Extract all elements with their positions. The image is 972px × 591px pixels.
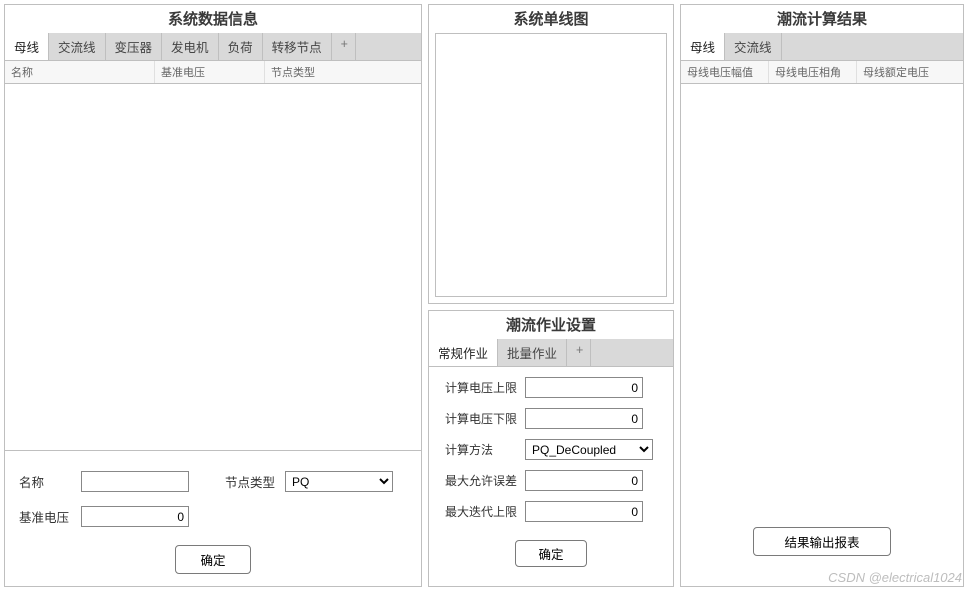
- left-table-body[interactable]: [5, 84, 421, 451]
- results-title: 潮流计算结果: [681, 5, 963, 33]
- label-iter: 最大迭代上限: [445, 503, 525, 520]
- tab-result-bus[interactable]: 母线: [681, 33, 725, 60]
- single-line-diagram-canvas[interactable]: [435, 33, 667, 297]
- iter-field[interactable]: [525, 501, 643, 522]
- export-report-button[interactable]: 结果输出报表: [753, 527, 890, 556]
- settings-form: 计算电压上限 计算电压下限 计算方法 PQ_DeCoupled 最大允许误差: [429, 367, 673, 577]
- tab-add-left[interactable]: +: [332, 33, 356, 60]
- tab-transfer-node[interactable]: 转移节点: [263, 33, 332, 60]
- left-confirm-button[interactable]: 确定: [175, 545, 250, 574]
- left-tabs: 母线 交流线 变压器 发电机 负荷 转移节点 +: [5, 33, 421, 61]
- vmin-field[interactable]: [525, 408, 643, 429]
- settings-title: 潮流作业设置: [429, 311, 673, 339]
- name-field[interactable]: [81, 471, 189, 492]
- col-vang: 母线电压相角: [769, 61, 857, 83]
- col-vmag: 母线电压幅值: [681, 61, 769, 83]
- settings-confirm-button[interactable]: 确定: [515, 540, 586, 567]
- tab-transformer[interactable]: 变压器: [106, 33, 163, 60]
- method-select[interactable]: PQ_DeCoupled: [525, 439, 653, 460]
- label-nodetype: 节点类型: [225, 472, 285, 491]
- label-vmin: 计算电压下限: [445, 410, 525, 427]
- col-nodetype: 节点类型: [265, 61, 421, 83]
- nodetype-select[interactable]: PQ: [285, 471, 393, 492]
- label-method: 计算方法: [445, 441, 525, 458]
- tab-result-acline[interactable]: 交流线: [725, 33, 782, 60]
- vmax-field[interactable]: [525, 377, 643, 398]
- tab-normal-job[interactable]: 常规作业: [429, 339, 498, 366]
- label-vmax: 计算电压上限: [445, 379, 525, 396]
- tab-bus[interactable]: 母线: [5, 33, 49, 60]
- tab-acline[interactable]: 交流线: [49, 33, 106, 60]
- diagram-title: 系统单线图: [429, 5, 673, 33]
- col-name: 名称: [5, 61, 155, 83]
- left-form: 名称 节点类型 PQ 基准电压 确定: [5, 451, 421, 586]
- results-table-body[interactable]: [681, 84, 963, 503]
- label-basev: 基准电压: [19, 507, 81, 526]
- label-tol: 最大允许误差: [445, 472, 525, 489]
- results-tabs: 母线 交流线: [681, 33, 963, 61]
- col-vrated: 母线额定电压: [857, 61, 963, 83]
- col-basev: 基准电压: [155, 61, 265, 83]
- label-name: 名称: [19, 472, 81, 491]
- tab-add-settings[interactable]: +: [567, 339, 591, 366]
- tab-batch-job[interactable]: 批量作业: [498, 339, 567, 366]
- results-table-header: 母线电压幅值 母线电压相角 母线额定电压: [681, 61, 963, 84]
- tab-load[interactable]: 负荷: [219, 33, 263, 60]
- basev-field[interactable]: [81, 506, 189, 527]
- settings-tabs: 常规作业 批量作业 +: [429, 339, 673, 367]
- tol-field[interactable]: [525, 470, 643, 491]
- left-panel-title: 系统数据信息: [5, 5, 421, 33]
- tab-generator[interactable]: 发电机: [162, 33, 219, 60]
- left-table-header: 名称 基准电压 节点类型: [5, 61, 421, 84]
